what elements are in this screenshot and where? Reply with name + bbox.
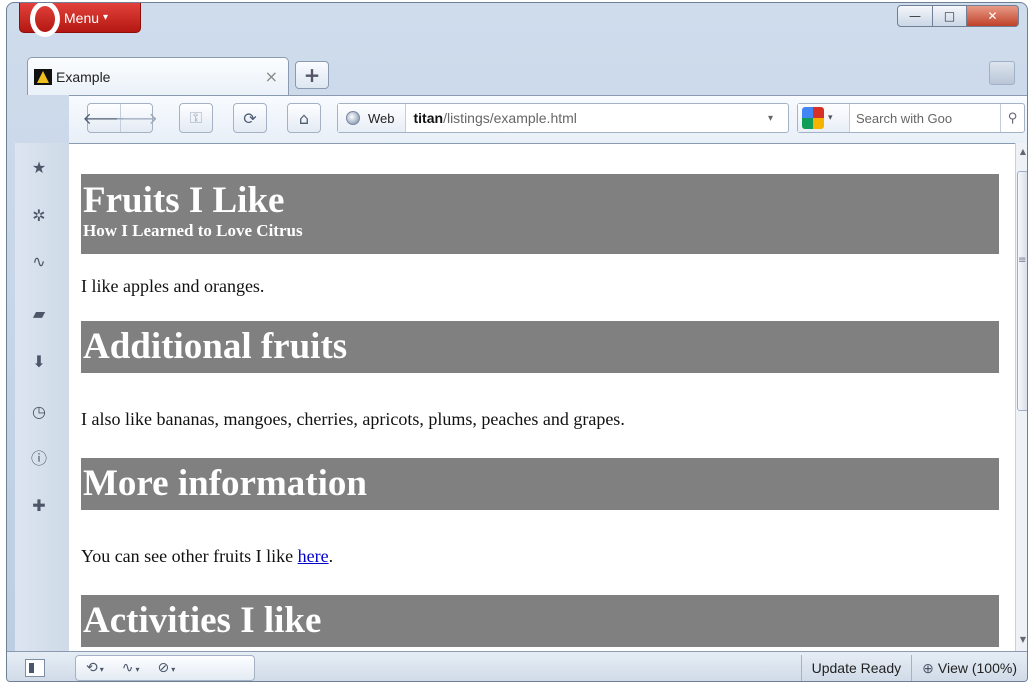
more-info-text: You can see other fruits I like [81,546,298,566]
scroll-up-icon[interactable]: ▲ [1018,147,1027,156]
scroll-down-icon[interactable]: ▼ [1018,635,1027,644]
site-icon [34,68,52,85]
status-bar: ⟲ ▾ ∿ ▾ ⊘ ▾ Update Ready ⊕ View (100%) [7,651,1027,681]
blocked-glyph: ⊘ [157,660,170,676]
reload-group: ⟳ [233,103,267,133]
opera-logo-icon [24,3,60,37]
close-window-button[interactable]: ✕ [967,5,1019,27]
opera-menu-button[interactable]: Menu ▾ [19,3,141,37]
panel-sidebar: ★ ✲ ∿ ▰ ⬇ ◷ ⓘ ✚ [15,143,69,651]
vertical-scrollbar[interactable]: ▲ ≡ ▼ [1015,143,1027,651]
page-title: Fruits I Like [83,180,285,221]
add-panel-icon[interactable]: ✚ [29,495,49,515]
more-info-period: . [328,546,334,566]
widgets-icon[interactable]: ✲ [29,205,49,225]
web-label: Web [368,110,395,126]
update-ready-button[interactable]: Update Ready [800,655,912,681]
search-icon[interactable]: ⚲ [1000,104,1024,132]
magnifier-icon: ⊕ [922,659,934,676]
home-button[interactable]: ⌂ [288,104,320,132]
downloads-icon[interactable]: ⬇ [29,351,49,371]
wand-group: ⚿ [179,103,213,133]
browser-window: Menu ▾ — □ ✕ Example × + 🡐 🡒 ⚿ ⟳ ⌂ Web t… [6,2,1028,682]
section-heading-more-information: More information [81,458,999,510]
chevron-down-icon: ▾ [171,665,176,674]
more-info-paragraph: You can see other fruits I like here. [81,546,999,567]
here-link[interactable]: here [298,546,329,566]
scroll-thumb[interactable] [1017,171,1027,411]
globe-icon [346,111,360,125]
url-host: titan [413,110,444,126]
status-tools-group: ⟲ ▾ ∿ ▾ ⊘ ▾ [75,655,255,681]
opera-turbo-icon[interactable]: ⟲ ▾ [86,660,104,676]
chevron-down-icon: ▾ [99,665,104,674]
page-subtitle: How I Learned to Love Citrus [83,221,303,240]
tab-close-icon[interactable]: × [265,67,278,86]
history-icon[interactable]: ◷ [29,401,49,421]
bookmarks-icon[interactable]: ★ [29,157,49,177]
unite-icon[interactable]: ∿ [29,251,49,271]
window-controls: — □ ✕ [897,5,1019,27]
wand-key-button[interactable]: ⚿ [180,104,212,132]
web-page: Fruits I Like How I Learned to Love Citr… [69,144,999,647]
google-icon [802,107,824,129]
turbo-glyph: ⟲ [86,660,98,676]
zoom-label: View (100%) [937,660,1017,676]
unite-glyph: ∿ [121,660,134,676]
notes-icon[interactable]: ▰ [29,303,49,323]
site-info-badge[interactable]: Web [338,104,406,132]
reload-button[interactable]: ⟳ [234,104,266,132]
search-box[interactable]: ▾ Search with Goo ⚲ [797,103,1025,133]
tab-title: Example [56,68,111,85]
search-engine-selector[interactable]: ▾ [798,104,850,132]
chevron-down-icon: ▾ [828,113,833,123]
panel-toggle-icon[interactable] [25,659,45,677]
forward-button[interactable]: 🡒 [115,104,158,132]
scroll-grip-icon: ≡ [1018,255,1027,266]
status-right-group: Update Ready ⊕ View (100%) [800,655,1023,681]
unite-status-icon[interactable]: ∿ ▾ [122,660,140,676]
home-group: ⌂ [287,103,321,133]
section-heading-additional-fruits: Additional fruits [81,321,999,373]
title-bar: Menu ▾ — □ ✕ [7,3,1027,47]
minimize-button[interactable]: — [897,5,933,27]
menu-label: Menu [64,9,100,26]
tab-strip: Example × + [7,53,1027,95]
maximize-button[interactable]: □ [933,5,967,27]
search-input[interactable]: Search with Goo [850,111,1000,126]
info-icon[interactable]: ⓘ [29,447,49,468]
navigation-toolbar: 🡐 🡒 ⚿ ⟳ ⌂ Web titan/listings/example.htm… [69,95,1027,143]
section-heading-activities: Activities I like [81,595,999,647]
url-field[interactable]: titan/listings/example.html [406,110,769,126]
tab-example[interactable]: Example × [27,57,289,95]
chevron-down-icon: ▾ [135,665,140,674]
closed-tabs-trash-icon[interactable] [989,61,1015,85]
zoom-button[interactable]: ⊕ View (100%) [911,655,1023,681]
address-dropdown-icon[interactable]: ▾ [768,113,788,124]
blocked-content-icon[interactable]: ⊘ ▾ [158,660,176,676]
address-bar[interactable]: Web titan/listings/example.html ▾ [337,103,789,133]
page-heading-block: Fruits I Like How I Learned to Love Citr… [81,174,999,254]
chevron-down-icon: ▾ [103,12,109,23]
fruits-paragraph: I also like bananas, mangoes, cherries, … [81,409,625,429]
page-viewport[interactable]: Fruits I Like How I Learned to Love Citr… [69,143,1015,651]
back-forward-group: 🡐 🡒 [83,103,158,133]
url-path: /listings/example.html [443,110,577,126]
new-tab-button[interactable]: + [295,61,329,89]
intro-paragraph: I like apples and oranges. [81,276,265,296]
